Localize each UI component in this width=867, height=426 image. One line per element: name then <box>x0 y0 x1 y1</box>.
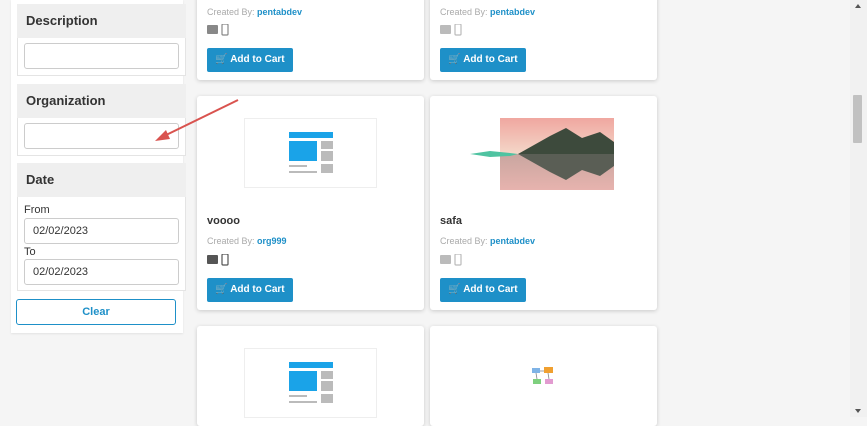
from-label: From <box>24 204 50 216</box>
placeholder-layout-icon <box>289 132 333 173</box>
created-by-label: Created By: <box>207 236 255 246</box>
thumbnail[interactable] <box>244 348 377 418</box>
product-card: Created By: pentabdev 🛒 Add to Cart <box>197 0 424 80</box>
scroll-thumb[interactable] <box>853 95 862 143</box>
card-title[interactable]: voooo <box>207 215 240 227</box>
add-to-cart-label: Add to Cart <box>230 284 285 295</box>
product-card <box>197 326 424 426</box>
filter-sidebar: Description Organization Date From 02/02… <box>11 0 186 333</box>
cart-icon: 🛒 <box>448 54 461 65</box>
placeholder-layout-icon <box>289 362 333 403</box>
to-date-input[interactable]: 02/02/2023 <box>24 259 179 285</box>
product-card: safa Created By: pentabdev 🛒 Add to Cart <box>430 96 657 310</box>
created-by-label: Created By: <box>440 236 488 246</box>
cart-icon: 🛒 <box>215 54 228 65</box>
card-title[interactable]: safa <box>440 215 462 227</box>
add-to-cart-label: Add to Cart <box>463 284 518 295</box>
author-link[interactable]: pentabdev <box>490 236 535 246</box>
desktop-mobile-icon <box>207 254 229 266</box>
to-label: To <box>24 246 36 258</box>
scroll-up-icon[interactable] <box>855 4 861 8</box>
author-link[interactable]: org999 <box>257 236 287 246</box>
description-header: Description <box>17 4 186 38</box>
scroll-down-icon[interactable] <box>855 409 861 413</box>
from-date-input[interactable]: 02/02/2023 <box>24 218 179 244</box>
desktop-mobile-icon <box>440 254 462 266</box>
thumbnail[interactable] <box>244 118 377 188</box>
add-to-cart-button[interactable]: 🛒 Add to Cart <box>440 48 526 72</box>
product-card <box>430 326 657 426</box>
cart-icon: 🛒 <box>215 284 228 295</box>
product-card: Created By: pentabdev 🛒 Add to Cart <box>430 0 657 80</box>
desktop-mobile-icon <box>440 24 462 36</box>
created-by: Created By: org999 <box>207 236 287 246</box>
description-input[interactable] <box>24 43 179 69</box>
created-by-label: Created By: <box>440 7 488 17</box>
created-by: Created By: pentabdev <box>440 7 535 17</box>
add-to-cart-button[interactable]: 🛒 Add to Cart <box>207 278 293 302</box>
add-to-cart-label: Add to Cart <box>463 54 518 65</box>
created-by: Created By: pentabdev <box>440 236 535 246</box>
created-by: Created By: pentabdev <box>207 7 302 17</box>
author-link[interactable]: pentabdev <box>490 7 535 17</box>
add-to-cart-label: Add to Cart <box>230 54 285 65</box>
author-link[interactable]: pentabdev <box>257 7 302 17</box>
vertical-scrollbar[interactable] <box>850 0 867 417</box>
created-by-label: Created By: <box>207 7 255 17</box>
date-section: From 02/02/2023 To 02/02/2023 <box>17 197 186 291</box>
clear-button[interactable]: Clear <box>16 299 176 325</box>
annotation-arrow <box>155 99 239 141</box>
description-section <box>17 38 186 76</box>
add-to-cart-button[interactable]: 🛒 Add to Cart <box>440 278 526 302</box>
date-header: Date <box>17 163 186 197</box>
mountain-lake-photo[interactable] <box>470 118 615 190</box>
diagram-icon[interactable] <box>530 366 556 388</box>
desktop-mobile-icon <box>207 24 229 36</box>
add-to-cart-button[interactable]: 🛒 Add to Cart <box>207 48 293 72</box>
cart-icon: 🛒 <box>448 284 461 295</box>
